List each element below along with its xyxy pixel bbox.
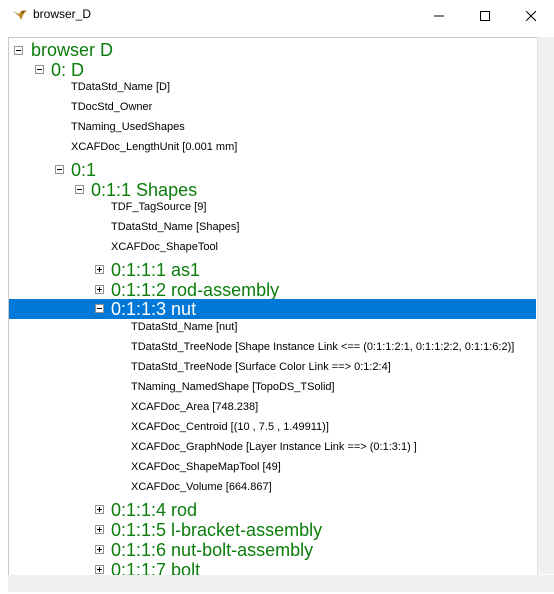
- tree-node-rod-assembly[interactable]: 0:1:1:2 rod-assembly: [9, 280, 529, 300]
- tree-node-label: 0:1:1:7 bolt: [111, 560, 201, 576]
- window-title: browser_D: [33, 7, 92, 21]
- tree-view[interactable]: browser D 0: D TDataStd_Name [D] TDocStd…: [8, 37, 538, 576]
- collapse-icon[interactable]: [35, 65, 44, 74]
- collapse-icon[interactable]: [75, 185, 84, 194]
- tree-attr-label: TDataStd_Name [D]: [71, 81, 171, 93]
- maximize-icon: [480, 10, 490, 21]
- tree-node-root[interactable]: browser D: [9, 40, 529, 60]
- tree-attr-label: XCAFDoc_LengthUnit [0.001 mm]: [71, 141, 238, 153]
- title-bar: browser_D: [0, 0, 554, 31]
- tree-attr-label: XCAFDoc_ShapeMapTool [49]: [131, 461, 281, 473]
- tree-attr-label: TDataStd_Name [Shapes]: [111, 221, 240, 233]
- scroll-corner: [537, 575, 554, 592]
- tree-attr-label: XCAFDoc_Area [748.238]: [131, 401, 259, 413]
- expand-icon[interactable]: [95, 565, 104, 574]
- minimize-icon: [434, 15, 444, 16]
- tree-node-as1[interactable]: 0:1:1:1 as1: [9, 260, 529, 280]
- tree-node-label: 0: D: [51, 60, 85, 80]
- close-button[interactable]: [508, 0, 554, 31]
- tree-node-label: 0:1:1:3 nut: [111, 299, 197, 319]
- collapse-icon[interactable]: [55, 165, 64, 174]
- collapse-icon[interactable]: [95, 304, 104, 313]
- tree-attr-label: TNaming_NamedShape [TopoDS_TSolid]: [131, 381, 335, 393]
- tree-attr-label: TDF_TagSource [9]: [111, 201, 207, 213]
- maximize-button[interactable]: [462, 0, 508, 31]
- tree-node-d[interactable]: 0: D: [9, 60, 529, 80]
- expand-icon[interactable]: [95, 545, 104, 554]
- tree-node-label: browser D: [31, 40, 114, 60]
- expand-icon[interactable]: [95, 505, 104, 514]
- tree-node-nut-bolt-assembly[interactable]: 0:1:1:6 nut-bolt-assembly: [9, 540, 529, 560]
- vertical-scrollbar[interactable]: [537, 37, 554, 574]
- tree-attr-label: XCAFDoc_ShapeTool: [111, 241, 219, 253]
- tree-node-label: 0:1:1:6 nut-bolt-assembly: [111, 540, 314, 560]
- tree-attr-label: XCAFDoc_Volume [664.867]: [131, 481, 272, 493]
- expand-icon[interactable]: [95, 525, 104, 534]
- tree-attr-label: TDataStd_TreeNode [Surface Color Link ==…: [131, 361, 391, 373]
- tree-node-label: 0:1:1 Shapes: [91, 180, 198, 200]
- expand-icon[interactable]: [95, 285, 104, 294]
- close-icon: [526, 10, 536, 21]
- tree-node-bolt[interactable]: 0:1:1:7 bolt: [9, 560, 529, 576]
- tree-node-rod[interactable]: 0:1:1:4 rod: [9, 500, 529, 520]
- tree-node-label: 0:1: [71, 160, 97, 180]
- tree-attr-label: XCAFDoc_Centroid [(10 , 7.5 , 1.49911)]: [131, 421, 329, 433]
- tree-attr-label: TDocStd_Owner: [71, 101, 153, 113]
- tree-node-label: 0:1:1:4 rod: [111, 500, 198, 520]
- tree-attr-label: XCAFDoc_GraphNode [Layer Instance Link =…: [131, 441, 417, 453]
- tree-node-label: 0:1:1:5 l-bracket-assembly: [111, 520, 323, 540]
- collapse-icon[interactable]: [14, 46, 23, 55]
- tree-attr-label: TDataStd_Name [nut]: [131, 321, 238, 333]
- tree-node-label: 0:1:1:1 as1: [111, 260, 201, 280]
- tree-attr-label: TNaming_UsedShapes: [71, 121, 185, 133]
- duck-icon: [13, 10, 27, 20]
- horizontal-scrollbar[interactable]: [8, 575, 537, 592]
- tree-node-l-bracket-assembly[interactable]: 0:1:1:5 l-bracket-assembly: [9, 520, 529, 540]
- tree-node-shapes[interactable]: 0:1:1 Shapes: [9, 180, 529, 200]
- tree-node-0-1[interactable]: 0:1: [9, 160, 529, 180]
- expand-icon[interactable]: [95, 265, 104, 274]
- minimize-button[interactable]: [416, 0, 462, 31]
- tree-attr-label: TDataStd_TreeNode [Shape Instance Link <…: [131, 341, 515, 353]
- tree-node-label: 0:1:1:2 rod-assembly: [111, 280, 280, 300]
- tree-node-nut-selected[interactable]: 0:1:1:3 nut: [9, 299, 536, 319]
